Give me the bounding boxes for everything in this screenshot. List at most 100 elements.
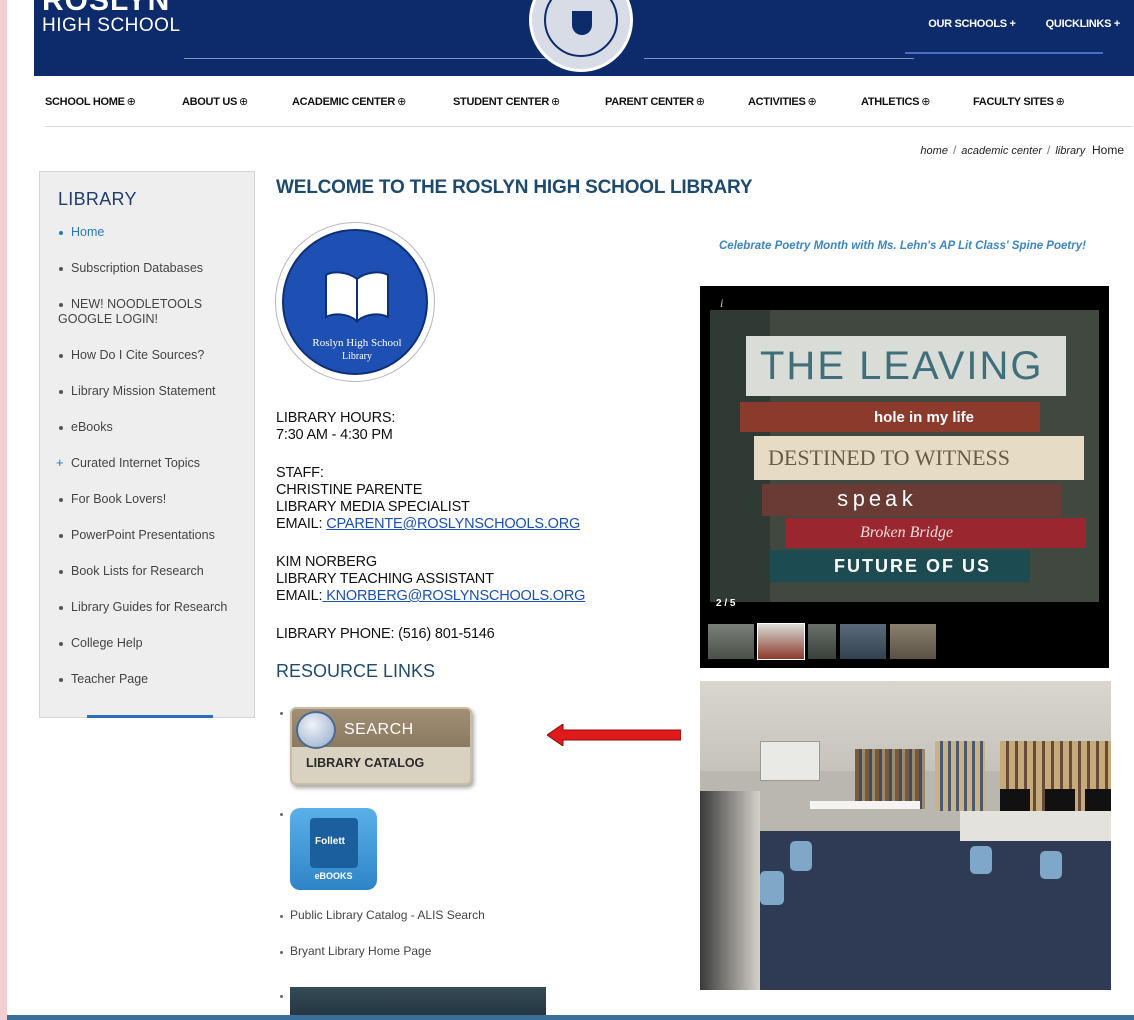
nav-athletics[interactable]: ATHLETICS ⊕ [861, 95, 973, 108]
school-brand[interactable]: ROSLYN HIGH SCHOOL [42, 0, 181, 36]
thumbnail-1[interactable] [708, 624, 754, 659]
web-page: ROSLYN HIGH SCHOOL OUR SCHOOLS + QUICKLI… [7, 0, 1134, 1020]
photo-slideshow[interactable]: i THE LEAVING hole in my life DESTINED T… [700, 286, 1109, 668]
bookshelf [935, 741, 985, 811]
sidebar-item-label: Teacher Page [71, 672, 149, 686]
monitor [1000, 789, 1030, 811]
site-header: ROSLYN HIGH SCHOOL OUR SCHOOLS + QUICKLI… [34, 0, 1134, 76]
resource-links-heading: RESOURCE LINKS [276, 661, 436, 681]
nav-parent-center[interactable]: PARENT CENTER ⊕ [605, 95, 748, 108]
logo-text: Library [342, 351, 372, 362]
book-spine-3: DESTINED TO WITNESS [754, 436, 1084, 480]
sidebar-item-label: Library Mission Statement [71, 384, 216, 398]
thumbnail-4[interactable] [840, 624, 886, 659]
nav-label: SCHOOL HOME [45, 96, 125, 108]
expand-icon: ⊕ [1055, 96, 1065, 108]
sidebar-item-book-lovers[interactable]: For Book Lovers! [40, 492, 254, 507]
sidebar-item-mission-statement[interactable]: Library Mission Statement [40, 384, 254, 399]
nav-academic-center[interactable]: ACADEMIC CENTER ⊕ [292, 95, 453, 108]
library-room-photo [700, 681, 1111, 990]
crumb-academic-center[interactable]: academic center [961, 145, 1042, 157]
table [810, 801, 920, 809]
phone-line: LIBRARY PHONE: (516) 801-5146 [276, 626, 495, 642]
logo-text: Roslyn High School [312, 337, 402, 349]
crumb-home[interactable]: home [920, 145, 948, 157]
library-logo: Roslyn High School Library [275, 222, 435, 382]
expand-icon: ⊕ [551, 96, 560, 108]
book-title: FUTURE OF US [834, 555, 991, 576]
staff-label: STAFF: [276, 465, 324, 481]
sidebar-item-ebooks[interactable]: eBooks [40, 420, 254, 435]
thumbnail-2[interactable] [757, 623, 805, 660]
sidebar-item-subscription-databases[interactable]: Subscription Databases [40, 261, 254, 276]
nav-student-center[interactable]: STUDENT CENTER ⊕ [453, 95, 605, 108]
chair [1040, 851, 1062, 879]
library-catalog-search-button[interactable]: SEARCH LIBRARY CATALOG [290, 707, 472, 785]
nav-divider [45, 126, 1133, 127]
info-icon[interactable]: i [720, 296, 723, 311]
expand-icon: ⊕ [695, 96, 705, 108]
crumb-separator: / [952, 143, 957, 157]
sidebar-item-powerpoint[interactable]: PowerPoint Presentations [40, 528, 254, 543]
staff1-email-link[interactable]: CPARENTE@ROSLYNSCHOOLS.ORG [326, 516, 580, 532]
thumbnail-5[interactable] [890, 624, 936, 659]
expand-icon: ⊕ [397, 96, 406, 108]
staff2-email-link[interactable]: KNORBERG@ROSLYNSCHOOLS.ORG [322, 588, 585, 604]
monitor [1085, 789, 1111, 811]
computer-desk [960, 811, 1111, 841]
expand-icon: ⊕ [126, 96, 136, 108]
sidebar-item-label: For Book Lovers! [71, 492, 167, 506]
sidebar-item-home[interactable]: Home [40, 225, 254, 240]
bullet-icon [280, 813, 283, 816]
slide-image-book-stack[interactable]: THE LEAVING hole in my life DESTINED TO … [710, 310, 1099, 602]
staff2-email-line: EMAIL: KNORBERG@ROSLYNSCHOOLS.ORG [276, 588, 585, 605]
expand-plus-icon[interactable]: + [56, 455, 64, 470]
public-library-catalog-link[interactable]: Public Library Catalog - ALIS Search [290, 908, 485, 922]
thumbnail-3[interactable] [808, 624, 836, 659]
chair [970, 846, 992, 874]
sidebar-item-label: College Help [71, 636, 143, 650]
sidebar-item-cite-sources[interactable]: How Do I Cite Sources? [40, 348, 254, 363]
staff2-block: KIM NORBERG LIBRARY TEACHING ASSISTANT E… [276, 554, 585, 605]
slide-counter: 2 / 5 [716, 598, 736, 609]
thumbnail-strip [708, 623, 936, 660]
sidebar-item-college-help[interactable]: College Help [40, 636, 254, 651]
crumb-library[interactable]: library [1055, 145, 1085, 157]
monitor [1045, 789, 1075, 811]
bullet-icon [59, 231, 63, 235]
sidebar-item-label: NEW! NOODLETOOLS GOOGLE LOGIN! [58, 297, 203, 326]
book-title: Broken Bridge [860, 524, 954, 541]
book-spine-2: hole in my life [740, 402, 1040, 432]
nav-about-us[interactable]: ABOUT US ⊕ [182, 95, 292, 108]
sidebar-item-label: PowerPoint Presentations [71, 528, 215, 542]
book-title: THE LEAVING [760, 343, 1044, 388]
our-schools-link[interactable]: OUR SCHOOLS + [928, 18, 1016, 30]
book-spine-5: Broken Bridge [786, 518, 1086, 548]
bullet-icon [280, 712, 283, 715]
book-title: hole in my life [874, 408, 975, 426]
follett-ebooks-button[interactable]: Follett eBOOKS [290, 808, 377, 890]
bullet-icon [59, 642, 63, 646]
nav-school-home[interactable]: SCHOOL HOME ⊕ [45, 95, 182, 108]
sidebar-item-teacher-page[interactable]: Teacher Page [40, 672, 254, 687]
sidebar-item-curated-topics[interactable]: + Curated Internet Topics [40, 455, 254, 471]
sidebar-item-book-lists[interactable]: Book Lists for Research [40, 564, 254, 579]
bullet-icon [59, 678, 63, 682]
nav-label: FACULTY SITES [973, 96, 1054, 108]
sidebar-item-label: Home [71, 225, 105, 239]
sidebar-item-library-guides[interactable]: Library Guides for Research [40, 600, 254, 615]
ebooks-label: eBOOKS [314, 871, 353, 881]
quicklinks-link[interactable]: QUICKLINKS + [1046, 18, 1121, 30]
computer-desk [700, 791, 760, 990]
nav-faculty-sites[interactable]: FACULTY SITES ⊕ [973, 95, 1065, 108]
sidebar-item-noodletools[interactable]: NEW! NOODLETOOLS GOOGLE LOGIN! [40, 297, 254, 327]
nav-activities[interactable]: ACTIVITIES ⊕ [748, 95, 861, 108]
staff1-name: CHRISTINE PARENTE [276, 482, 423, 498]
book-spine-4: speak [762, 484, 1062, 516]
nav-label: ATHLETICS [861, 96, 920, 108]
search-label: SEARCH [344, 721, 414, 738]
catalog-label: LIBRARY CATALOG [306, 756, 425, 770]
sidebar-item-label: Library Guides for Research [71, 600, 228, 614]
bullet-icon [280, 951, 283, 954]
bryant-library-link[interactable]: Bryant Library Home Page [290, 944, 431, 958]
